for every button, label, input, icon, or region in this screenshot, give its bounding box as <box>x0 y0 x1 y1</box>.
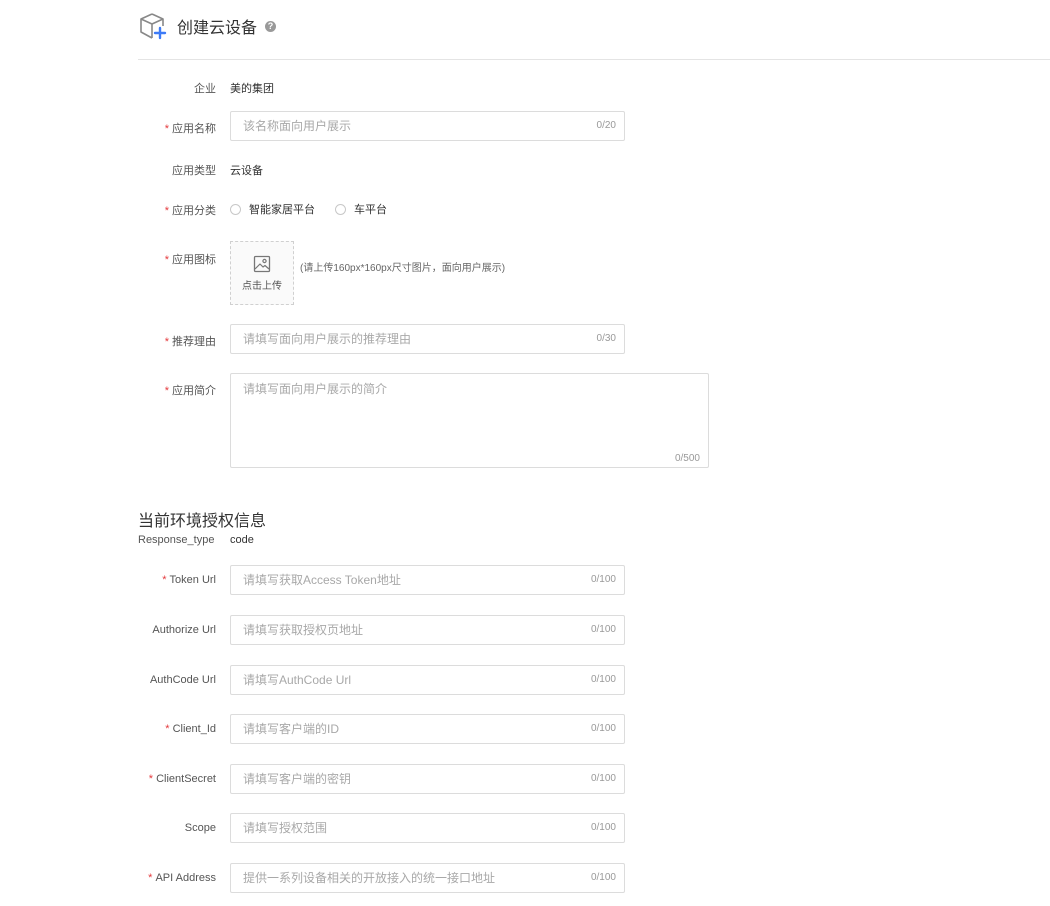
app-name-input[interactable]: 该名称面向用户展示 0/20 <box>230 111 625 141</box>
intro-textarea[interactable]: 请填写面向用户展示的简介 0/500 <box>230 373 709 468</box>
upload-text: 点击上传 <box>242 280 282 292</box>
client-id-count: 0/100 <box>590 723 616 734</box>
token-url-input[interactable]: 请填写获取Access Token地址 0/100 <box>230 565 625 595</box>
reason-count: 0/30 <box>596 333 616 344</box>
scope-placeholder: 请填写授权范围 <box>243 821 328 835</box>
app-type-value: 云设备 <box>230 165 263 177</box>
client-secret-label: * ClientSecret <box>148 773 216 785</box>
upload-hint: (请上传160px*160px尺寸图片，面向用户展示) <box>300 263 506 274</box>
client-id-input[interactable]: 请填写客户端的ID 0/100 <box>230 714 625 744</box>
client-secret-count: 0/100 <box>590 773 616 784</box>
reason-label: * 推荐理由 <box>164 336 216 348</box>
image-icon <box>253 255 271 272</box>
app-category-label: * 应用分类 <box>164 205 216 217</box>
enterprise-label: 企业 <box>194 83 216 95</box>
api-address-label: * API Address <box>148 872 216 884</box>
authorize-url-label: Authorize Url <box>152 624 216 636</box>
app-name-label: * 应用名称 <box>164 123 216 135</box>
client-id-label: * Client_Id <box>165 723 216 735</box>
cube-add-icon <box>140 13 167 40</box>
api-address-placeholder: 提供一系列设备相关的开放接入的统一接口地址 <box>243 871 496 885</box>
header-divider <box>138 59 1050 60</box>
authorize-url-input[interactable]: 请填写获取授权页地址 0/100 <box>230 615 625 645</box>
scope-count: 0/100 <box>590 822 616 833</box>
api-address-input[interactable]: 提供一系列设备相关的开放接入的统一接口地址 0/100 <box>230 863 625 893</box>
app-category-radio-group: 智能家居平台 车平台 <box>230 201 407 217</box>
reason-placeholder: 请填写面向用户展示的推荐理由 <box>243 332 412 346</box>
app-name-count: 0/20 <box>596 120 616 131</box>
token-url-count: 0/100 <box>590 574 616 585</box>
response-type-label: Response_type <box>138 534 215 546</box>
api-address-count: 0/100 <box>590 872 616 883</box>
authcode-url-placeholder: 请填写AuthCode Url <box>243 673 352 687</box>
authcode-url-input[interactable]: 请填写AuthCode Url 0/100 <box>230 665 625 695</box>
radio-circle[interactable] <box>230 203 241 215</box>
page-header: 创建云设备 ? <box>139 12 277 40</box>
app-icon-label: * 应用图标 <box>164 254 216 266</box>
radio-car-platform-label: 车平台 <box>354 204 387 216</box>
reason-input[interactable]: 请填写面向用户展示的推荐理由 0/30 <box>230 324 625 354</box>
radio-circle[interactable] <box>335 203 346 215</box>
client-id-placeholder: 请填写客户端的ID <box>243 722 340 736</box>
token-url-label: * Token Url <box>162 574 216 586</box>
intro-label: * 应用简介 <box>164 385 216 397</box>
scope-input[interactable]: 请填写授权范围 0/100 <box>230 813 625 843</box>
question-circle-icon[interactable]: ? <box>265 20 277 32</box>
authcode-url-label: AuthCode Url <box>149 674 216 686</box>
page-title: 创建云设备 <box>177 20 258 37</box>
token-url-placeholder: 请填写获取Access Token地址 <box>243 573 401 587</box>
app-name-placeholder: 该名称面向用户展示 <box>243 119 352 133</box>
auth-section-title: 当前环境授权信息 <box>138 513 267 530</box>
radio-car-platform[interactable]: 车平台 <box>335 201 387 217</box>
authorize-url-count: 0/100 <box>590 624 616 635</box>
client-secret-input[interactable]: 请填写客户端的密钥 0/100 <box>230 764 625 794</box>
icon-upload-box[interactable]: 点击上传 <box>230 241 294 305</box>
app-type-label: 应用类型 <box>172 165 216 177</box>
radio-smart-home[interactable]: 智能家居平台 <box>230 201 315 217</box>
authcode-url-count: 0/100 <box>590 674 616 685</box>
authorize-url-placeholder: 请填写获取授权页地址 <box>243 623 364 637</box>
scope-label: Scope <box>184 822 216 834</box>
client-secret-placeholder: 请填写客户端的密钥 <box>243 772 352 786</box>
intro-placeholder: 请填写面向用户展示的简介 <box>243 382 388 396</box>
enterprise-value: 美的集团 <box>230 83 274 95</box>
response-type-value: code <box>230 534 254 546</box>
intro-count: 0/500 <box>674 453 700 464</box>
radio-smart-home-label: 智能家居平台 <box>249 204 315 216</box>
